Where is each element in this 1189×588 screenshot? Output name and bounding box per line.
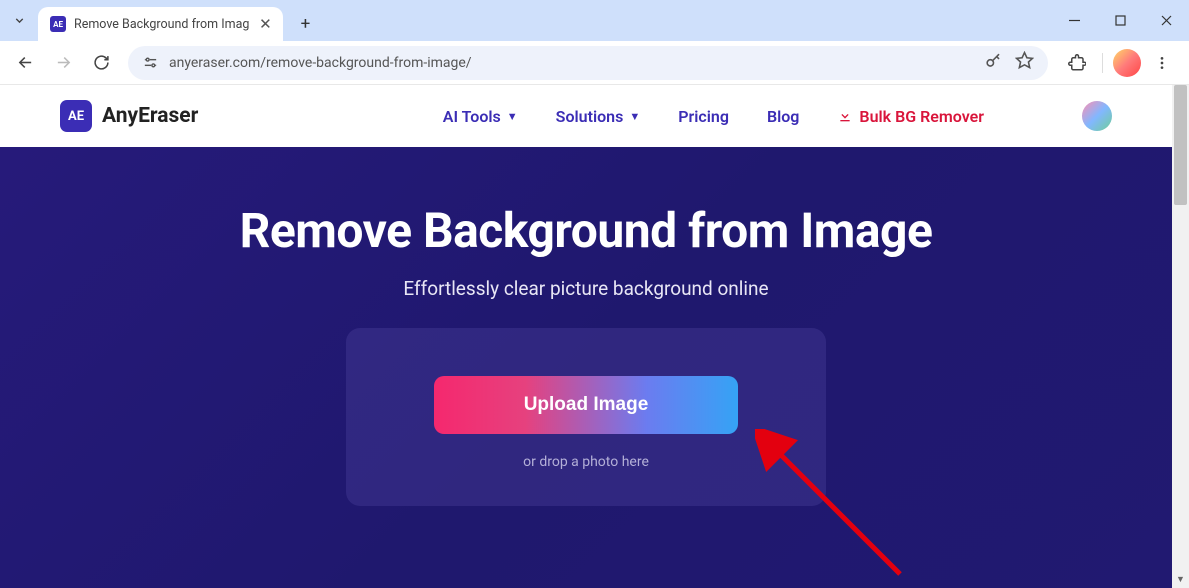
nav-label: Bulk BG Remover	[859, 107, 984, 126]
nav-label: Pricing	[678, 107, 729, 126]
toolbar-divider	[1102, 53, 1103, 73]
download-icon	[837, 108, 853, 124]
browser-toolbar: anyeraser.com/remove-background-from-ima…	[0, 41, 1189, 85]
browser-profile-avatar[interactable]	[1113, 49, 1141, 77]
browser-tab-active[interactable]: AE Remove Background from Imag ✕	[38, 7, 283, 41]
user-avatar[interactable]	[1082, 101, 1112, 131]
nav-solutions[interactable]: Solutions ▼	[556, 107, 641, 126]
nav-reload-button[interactable]	[84, 46, 118, 80]
extensions-button[interactable]	[1062, 48, 1092, 78]
tab-close-button[interactable]: ✕	[257, 16, 273, 32]
address-bar[interactable]: anyeraser.com/remove-background-from-ima…	[128, 46, 1048, 80]
main-nav: AI Tools ▼ Solutions ▼ Pricing Blog	[443, 101, 1112, 131]
nav-forward-button[interactable]	[46, 46, 80, 80]
nav-ai-tools[interactable]: AI Tools ▼	[443, 107, 518, 126]
nav-label: AI Tools	[443, 107, 501, 126]
vertical-scrollbar[interactable]: ▲ ▼	[1172, 85, 1189, 588]
scroll-thumb[interactable]	[1174, 85, 1187, 205]
nav-pricing[interactable]: Pricing	[678, 107, 729, 126]
site-header: AE AnyEraser AI Tools ▼ Solutions ▼ Pric…	[0, 85, 1172, 147]
nav-back-button[interactable]	[8, 46, 42, 80]
logo-text: AnyEraser	[102, 104, 198, 128]
browser-tab-strip: AE Remove Background from Imag ✕ +	[0, 0, 1189, 41]
drop-hint-text: or drop a photo here	[523, 454, 649, 470]
tab-title: Remove Background from Imag	[74, 17, 249, 32]
site-logo[interactable]: AE AnyEraser	[60, 100, 198, 132]
hero-title: Remove Background from Image	[240, 202, 933, 259]
chevron-down-icon: ▼	[507, 110, 518, 123]
scroll-down-arrow[interactable]: ▼	[1172, 571, 1189, 588]
window-controls	[1051, 0, 1189, 41]
nav-blog[interactable]: Blog	[767, 107, 799, 126]
nav-bulk-bg-remover[interactable]: Bulk BG Remover	[837, 107, 984, 126]
new-tab-button[interactable]: +	[291, 10, 319, 38]
browser-menu-button[interactable]	[1147, 55, 1177, 71]
tab-favicon: AE	[50, 16, 66, 32]
tab-search-dropdown[interactable]	[0, 0, 38, 41]
nav-label: Solutions	[556, 107, 624, 126]
nav-label: Blog	[767, 107, 799, 126]
upload-image-button[interactable]: Upload Image	[434, 376, 739, 434]
window-close-button[interactable]	[1143, 0, 1189, 41]
window-maximize-button[interactable]	[1097, 0, 1143, 41]
upload-dropzone[interactable]: Upload Image or drop a photo here	[346, 328, 826, 506]
logo-icon: AE	[60, 100, 92, 132]
password-key-icon[interactable]	[984, 51, 1003, 74]
hero-subtitle: Effortlessly clear picture background on…	[403, 277, 768, 300]
site-settings-icon[interactable]	[142, 54, 159, 71]
window-minimize-button[interactable]	[1051, 0, 1097, 41]
hero-section: Remove Background from Image Effortlessl…	[0, 147, 1172, 588]
bookmark-star-icon[interactable]	[1015, 51, 1034, 74]
url-text: anyeraser.com/remove-background-from-ima…	[169, 55, 974, 71]
page-viewport: AE AnyEraser AI Tools ▼ Solutions ▼ Pric…	[0, 85, 1189, 588]
chevron-down-icon: ▼	[629, 110, 640, 123]
